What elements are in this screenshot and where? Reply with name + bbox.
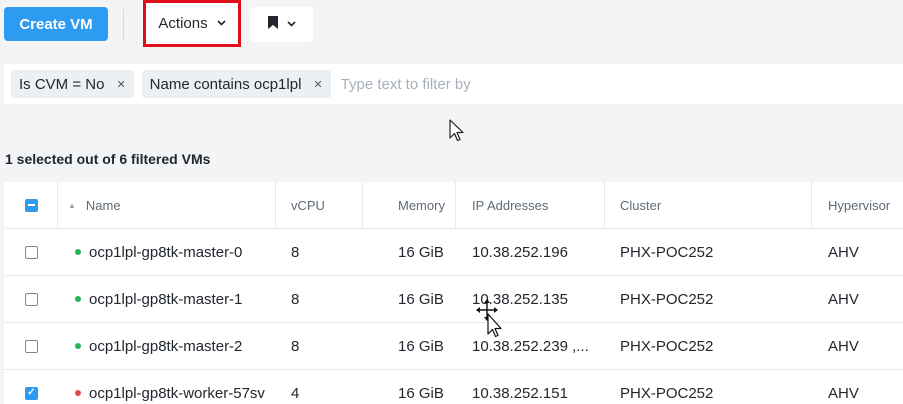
row-checkbox[interactable] — [25, 323, 38, 369]
bookmark-icon — [267, 15, 278, 34]
row-checkbox[interactable] — [25, 276, 38, 322]
row-checkbox[interactable]: ✓ — [25, 370, 38, 404]
mouse-pointer-icon — [449, 119, 465, 143]
table-row[interactable]: ocp1lpl-gp8tk-master-2 8 16 GiB 10.38.25… — [4, 323, 903, 370]
column-header-vcpu[interactable]: vCPU — [291, 182, 325, 228]
close-icon[interactable]: ✕ — [116, 78, 125, 91]
chevron-down-icon — [217, 18, 226, 29]
move-cursor-icon — [474, 298, 508, 344]
close-icon[interactable]: ✕ — [313, 78, 322, 91]
toolbar-divider — [123, 9, 124, 41]
checkbox-icon — [25, 292, 38, 306]
chevron-down-icon — [286, 19, 296, 30]
memory-value: 16 GiB — [398, 384, 444, 402]
memory-value: 16 GiB — [398, 290, 444, 308]
power-on-status-icon — [75, 296, 81, 302]
cluster-link[interactable]: PHX-POC252 — [620, 323, 713, 369]
hypervisor-value: AHV — [828, 290, 859, 308]
table-row[interactable]: ocp1lpl-gp8tk-master-1 8 16 GiB 10.38.25… — [4, 276, 903, 323]
column-divider — [455, 182, 456, 228]
column-header-ip-addresses[interactable]: IP Addresses — [472, 182, 548, 228]
vcpu-value: 8 — [291, 243, 300, 261]
vcpu-value: 8 — [291, 337, 300, 355]
column-divider — [57, 182, 58, 228]
memory-value: 16 GiB — [398, 337, 444, 355]
create-vm-button[interactable]: Create VM — [4, 7, 108, 41]
bookmark-dropdown-button[interactable] — [250, 7, 313, 42]
hypervisor-value: AHV — [828, 243, 859, 261]
ip-address-value: 10.38.252.196 — [472, 243, 568, 261]
actions-dropdown-button[interactable]: Actions — [143, 0, 241, 47]
cluster-link[interactable]: PHX-POC252 — [620, 370, 713, 404]
column-header-memory[interactable]: Memory — [398, 182, 445, 228]
vcpu-value: 8 — [291, 290, 300, 308]
filter-chip-is-cvm[interactable]: Is CVM = No ✕ — [11, 70, 134, 98]
filter-chip-name-contains[interactable]: Name contains ocp1lpl ✕ — [141, 70, 331, 98]
filter-bar: Is CVM = No ✕ Name contains ocp1lpl ✕ — [4, 64, 903, 104]
column-divider — [362, 182, 363, 228]
column-header-cluster[interactable]: Cluster — [620, 182, 661, 228]
table-row[interactable]: ocp1lpl-gp8tk-master-0 8 16 GiB 10.38.25… — [4, 229, 903, 276]
vm-name: ocp1lpl-gp8tk-master-0 — [89, 243, 243, 261]
vcpu-value: 4 — [291, 384, 300, 402]
vm-name: ocp1lpl-gp8tk-master-2 — [89, 337, 243, 355]
actions-label: Actions — [158, 15, 208, 32]
select-all-checkbox[interactable] — [25, 182, 38, 228]
power-off-status-icon — [75, 390, 81, 396]
checkbox-icon — [25, 245, 38, 259]
filter-chip-label: Name contains ocp1lpl — [149, 75, 302, 93]
cluster-link[interactable]: PHX-POC252 — [620, 276, 713, 322]
ip-address-value: 10.38.252.151 — [472, 384, 568, 402]
power-on-status-icon — [75, 343, 81, 349]
vm-name-link[interactable]: ocp1lpl-gp8tk-master-2 — [75, 323, 242, 369]
vm-name-link[interactable]: ocp1lpl-gp8tk-master-1 — [75, 276, 242, 322]
power-on-status-icon — [75, 249, 81, 255]
table-row[interactable]: ✓ ocp1lpl-gp8tk-worker-57sv 4 16 GiB 10.… — [4, 370, 903, 404]
hypervisor-value: AHV — [828, 337, 859, 355]
selection-summary: 1 selected out of 6 filtered VMs — [5, 151, 211, 167]
row-checkbox[interactable] — [25, 229, 38, 275]
filter-chip-label: Is CVM = No — [19, 75, 105, 93]
vm-name: ocp1lpl-gp8tk-worker-57sv — [89, 384, 265, 402]
table-header-row: ▲ Name vCPU Memory IP Addresses Cluster … — [4, 182, 903, 229]
vm-name-link[interactable]: ocp1lpl-gp8tk-master-0 — [75, 229, 242, 275]
checkbox-icon — [25, 339, 38, 353]
cluster-link[interactable]: PHX-POC252 — [620, 229, 713, 275]
toolbar: Create VM Actions — [0, 0, 903, 50]
checkbox-partial-icon — [25, 198, 38, 212]
sort-ascending-icon: ▲ — [68, 200, 76, 210]
vm-name-link[interactable]: ocp1lpl-gp8tk-worker-57sv — [75, 370, 265, 404]
filter-text-input[interactable] — [340, 75, 641, 93]
hypervisor-value: AHV — [828, 384, 859, 402]
column-divider — [275, 182, 276, 228]
column-header-hypervisor[interactable]: Hypervisor — [828, 182, 890, 228]
column-divider — [604, 182, 605, 228]
column-header-label: Name — [85, 197, 121, 213]
vm-name: ocp1lpl-gp8tk-master-1 — [89, 290, 243, 308]
memory-value: 16 GiB — [398, 243, 444, 261]
checkmark-icon: ✓ — [25, 386, 38, 400]
column-header-name[interactable]: ▲ Name — [68, 182, 121, 228]
column-divider — [811, 182, 812, 228]
vm-table: ▲ Name vCPU Memory IP Addresses Cluster … — [4, 182, 903, 404]
